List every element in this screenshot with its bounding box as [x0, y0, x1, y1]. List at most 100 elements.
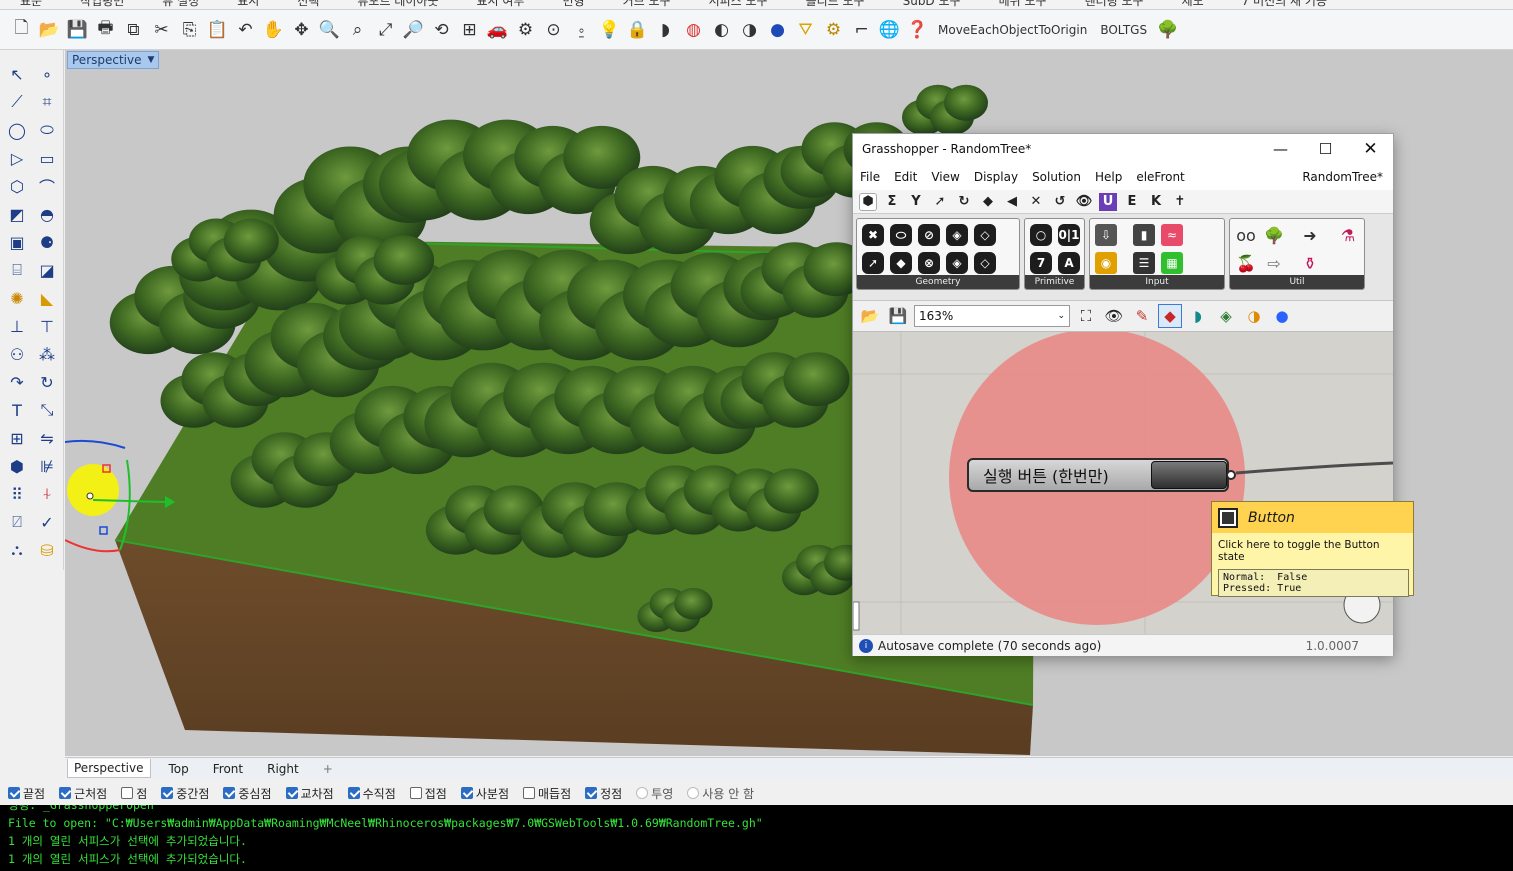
- chevron-down-icon[interactable]: ▼: [148, 55, 155, 65]
- camera-icon[interactable]: ⚙: [512, 16, 539, 44]
- display-sphere-icon[interactable]: ●: [1270, 304, 1294, 328]
- ribbon-tab[interactable]: 메쉬 도구: [999, 0, 1047, 9]
- import-icon[interactable]: ⧉: [120, 16, 147, 44]
- blue-sphere-icon[interactable]: ●: [764, 16, 791, 44]
- osnap-option[interactable]: 사분점: [460, 785, 509, 802]
- category-tab[interactable]: ◀: [1003, 193, 1021, 211]
- checkbox-icon[interactable]: [347, 787, 360, 799]
- menu-solution[interactable]: Solution: [1025, 170, 1088, 184]
- sweep-icon[interactable]: ⍁: [3, 508, 31, 536]
- ribbon-tab[interactable]: 렌더링 도구: [1085, 0, 1144, 9]
- component-icon[interactable]: ▦: [1159, 250, 1185, 276]
- grasshopper-titlebar[interactable]: Grasshopper - RandomTree* — ☐ ✕: [853, 134, 1393, 164]
- menu-display[interactable]: Display: [967, 170, 1025, 184]
- ribbon-tab[interactable]: SubD 도구: [903, 0, 961, 9]
- component-icon[interactable]: A: [1056, 250, 1082, 276]
- text-icon[interactable]: T: [3, 396, 31, 424]
- osnap-option[interactable]: 접점: [409, 785, 447, 802]
- hatch-icon[interactable]: ⊯: [33, 452, 61, 480]
- preview-mesh-icon[interactable]: ◈: [1214, 304, 1238, 328]
- panel-label[interactable]: Geometry: [857, 275, 1019, 289]
- maximize-icon[interactable]: ☐: [1303, 134, 1348, 164]
- component-icon[interactable]: ≈: [1159, 222, 1185, 248]
- component-icon[interactable]: ◇: [972, 222, 998, 248]
- filter-icon[interactable]: ⛛: [792, 16, 819, 44]
- tab-top[interactable]: Top: [163, 760, 195, 778]
- component-icon[interactable]: ○: [1028, 222, 1054, 248]
- checkbox-icon[interactable]: [522, 787, 535, 799]
- ribbon-tab[interactable]: 7 버전의 새 기능: [1242, 0, 1327, 9]
- component-icon[interactable]: ◉: [1093, 250, 1119, 276]
- open-folder-icon[interactable]: 📂: [36, 16, 63, 44]
- category-tab[interactable]: ⬢: [859, 192, 877, 211]
- menu-view[interactable]: View: [924, 170, 966, 184]
- component-icon[interactable]: ⚗: [1335, 222, 1361, 248]
- category-tab[interactable]: ↻: [955, 193, 973, 211]
- ribbon-tab[interactable]: 뷰포트 레이아웃: [357, 0, 438, 9]
- zoom-window-icon[interactable]: ⌕: [344, 16, 371, 44]
- group-icon[interactable]: ⁂: [33, 340, 61, 368]
- array-icon[interactable]: ⊞: [3, 424, 31, 452]
- category-tab[interactable]: K: [1147, 193, 1165, 211]
- trim-icon[interactable]: ⊥: [3, 312, 31, 340]
- material-icon[interactable]: ◗: [652, 16, 679, 44]
- category-tab[interactable]: ✝: [1171, 193, 1189, 211]
- save-icon[interactable]: 💾: [886, 304, 910, 328]
- rectangle-icon[interactable]: ▭: [33, 144, 61, 172]
- paint-icon[interactable]: ⛁: [33, 536, 61, 564]
- polyline-icon[interactable]: ⟋: [3, 88, 31, 116]
- new-document-icon[interactable]: 🗋: [8, 16, 35, 44]
- ribbon-tab[interactable]: 서피스 도구: [709, 0, 768, 9]
- checkbox-icon[interactable]: [223, 787, 236, 799]
- zoom-selected-icon[interactable]: 🔎: [400, 16, 427, 44]
- component-icon[interactable]: ⇨: [1261, 250, 1287, 276]
- category-tab[interactable]: Y: [907, 193, 925, 211]
- component-icon[interactable]: 🌳: [1261, 222, 1287, 248]
- panel-label[interactable]: Input: [1090, 275, 1224, 289]
- rendered-sphere-icon[interactable]: ◑: [736, 16, 763, 44]
- component-icon[interactable]: ⚱: [1297, 250, 1323, 276]
- checkbox-icon[interactable]: [161, 787, 174, 799]
- component-icon[interactable]: ⊗: [916, 250, 942, 276]
- paste-icon[interactable]: 📋: [204, 16, 231, 44]
- osnap-option[interactable]: 매듭점: [522, 785, 571, 802]
- ribbon-tab[interactable]: 작업평면: [80, 0, 124, 9]
- select-arrow-icon[interactable]: ↖: [3, 60, 31, 88]
- preview-eye-icon[interactable]: 👁: [1102, 304, 1126, 328]
- grid-icon[interactable]: ⠿: [3, 480, 31, 508]
- split-icon[interactable]: ⊤: [33, 312, 61, 340]
- shaded-sphere-icon[interactable]: ◐: [708, 16, 735, 44]
- osnap-option[interactable]: 중심점: [223, 785, 272, 802]
- button-toggle[interactable]: [1151, 461, 1227, 489]
- grid-snap-icon[interactable]: ⊙: [540, 16, 567, 44]
- sketch-icon[interactable]: ✎: [1130, 304, 1154, 328]
- zoom-extents-icon[interactable]: ⛶: [1074, 304, 1098, 328]
- undo-icon[interactable]: ↶: [232, 16, 259, 44]
- component-icon[interactable]: ⊘: [916, 222, 942, 248]
- component-icon[interactable]: ➜: [1297, 222, 1323, 248]
- tab-perspective[interactable]: Perspective: [67, 759, 151, 778]
- checkbox-icon[interactable]: [285, 787, 298, 799]
- add-tab-icon[interactable]: +: [317, 760, 339, 778]
- block-icon[interactable]: ⬢: [3, 452, 31, 480]
- curve-icon[interactable]: ⌒: [33, 172, 61, 200]
- panel-label[interactable]: Util: [1230, 275, 1364, 289]
- curve-points-icon[interactable]: ⌗: [33, 88, 61, 116]
- boltgs-button[interactable]: BOLTGS: [1094, 23, 1153, 37]
- checkbox-icon[interactable]: [585, 787, 598, 799]
- category-tab[interactable]: U: [1099, 192, 1117, 211]
- menu-file[interactable]: File: [853, 170, 887, 184]
- ribbon-tab[interactable]: 표시 여부: [477, 0, 525, 9]
- mesh-plane-icon[interactable]: ◪: [33, 256, 61, 284]
- checkbox-icon[interactable]: [121, 787, 134, 799]
- radio-icon[interactable]: [636, 787, 649, 799]
- checkbox-icon[interactable]: [409, 787, 422, 799]
- surface-icon[interactable]: ◩: [3, 200, 31, 228]
- open-file-icon[interactable]: 📂: [858, 304, 882, 328]
- extrude-icon[interactable]: ◓: [33, 200, 61, 228]
- radio-icon[interactable]: [687, 787, 700, 799]
- viewport-title[interactable]: Perspective ▼: [67, 51, 160, 69]
- lock-icon[interactable]: 🔒: [624, 16, 651, 44]
- osnap-option[interactable]: 중간점: [161, 785, 209, 802]
- category-tab[interactable]: E: [1123, 193, 1141, 211]
